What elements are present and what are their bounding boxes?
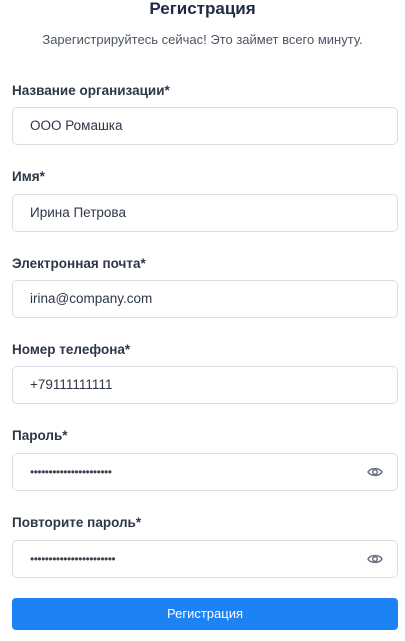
organization-input[interactable] [30, 108, 360, 144]
eye-icon[interactable] [367, 465, 383, 479]
phone-input[interactable] [30, 367, 360, 403]
page-subtitle: Зарегистрируйтесь сейчас! Это займет все… [42, 32, 363, 47]
register-button[interactable]: Регистрация [12, 598, 398, 630]
page-title: Регистрация [149, 0, 256, 18]
password-confirm-label: Повторите пароль* [12, 515, 142, 530]
password-input[interactable] [30, 454, 360, 490]
password-field [12, 453, 398, 491]
password-confirm-input[interactable] [30, 541, 360, 577]
name-field [12, 194, 398, 232]
eye-icon[interactable] [367, 552, 383, 566]
email-label: Электронная почта* [12, 256, 146, 271]
email-field [12, 280, 398, 318]
registration-page: Регистрация Зарегистрируйтесь сейчас! Эт… [0, 0, 405, 641]
organization-label: Название организации* [12, 83, 170, 98]
password-confirm-field [12, 540, 398, 578]
name-label: Имя* [12, 169, 45, 184]
name-input[interactable] [30, 195, 360, 231]
organization-field [12, 107, 398, 145]
password-label: Пароль* [12, 428, 68, 443]
email-input[interactable] [30, 281, 360, 317]
phone-label: Номер телефона* [12, 342, 131, 357]
phone-field [12, 366, 398, 404]
